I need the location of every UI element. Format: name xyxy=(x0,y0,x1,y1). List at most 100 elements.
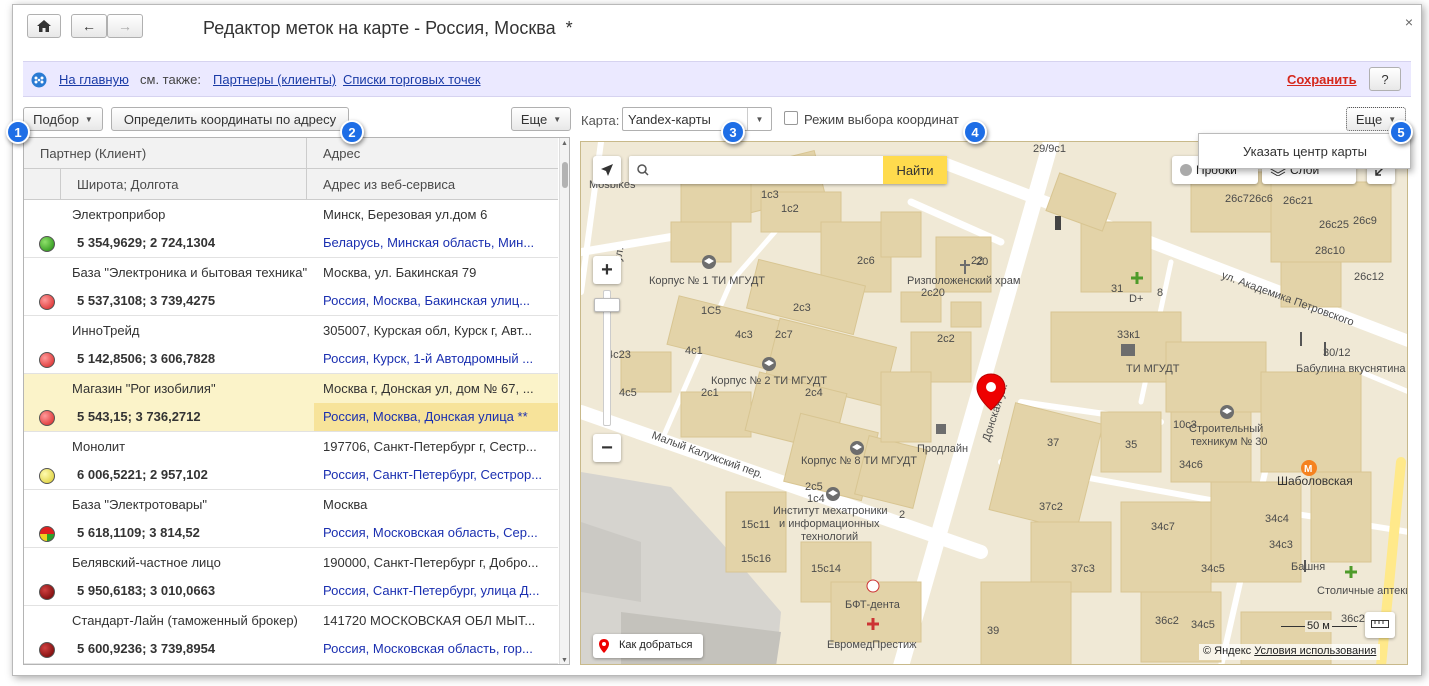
table-row[interactable]: База "Электротовары" Москва 5 618,1109; 3 … xyxy=(24,490,558,548)
partner-coordinates: 5 142,8506; 3 606,7828 xyxy=(77,351,216,366)
map-label-bft: БФТ-дента xyxy=(845,599,901,611)
directions-label: Как добраться xyxy=(619,639,693,651)
table-header-row-1: Партнер (Клиент) Адрес xyxy=(24,138,558,169)
dropdown-arrow-icon: ▼ xyxy=(553,114,562,124)
vertical-scrollbar[interactable]: ▲ ▼ xyxy=(559,138,569,664)
map-label-evromed: ЕвромедПрестиж xyxy=(827,639,917,651)
partner-name: Магазин "Рог изобилия" xyxy=(72,381,216,396)
status-indicator-icon xyxy=(39,468,55,484)
home-button[interactable] xyxy=(27,14,61,38)
zoom-slider-handle[interactable] xyxy=(594,298,620,312)
building-number-label: 26с25 xyxy=(1319,219,1349,231)
building-number-label: 34с7 xyxy=(1151,521,1175,533)
web-address-cell: Россия, Москва, Донская улица ** xyxy=(314,403,558,431)
forward-button[interactable]: → xyxy=(107,14,143,38)
building-number-label: 30/12 xyxy=(1323,347,1351,359)
partner-web-address: Россия, Москва, Донская улица ** xyxy=(323,409,528,424)
select-button[interactable]: Подбор ▼ xyxy=(23,107,103,131)
map-type-select[interactable]: Yandex-карты ▼ xyxy=(622,107,772,131)
zoom-in-button[interactable]: + xyxy=(593,256,621,284)
dropdown-arrow-icon: ▼ xyxy=(84,114,93,124)
partner-column-header[interactable]: Партнер (Клиент) xyxy=(40,146,146,161)
building-number-label: 15с11 xyxy=(741,519,770,531)
map-view[interactable]: Mosbikes Корпус № 1 ТИ МГУДТ Корпус № 2 … xyxy=(580,141,1408,665)
partners-table: Партнер (Клиент) Адрес Широта; Долгота А… xyxy=(23,137,570,665)
latlon-column-header[interactable]: Широта; Долгота xyxy=(77,177,179,192)
left-more-label: Еще xyxy=(520,111,548,127)
partner-coordinates: 5 537,3108; 3 739,4275 xyxy=(77,293,216,308)
partner-coordinates: 5 354,9629; 2 724,1304 xyxy=(77,235,216,250)
map-label-institute-2: и информационных xyxy=(779,518,880,530)
university-icon xyxy=(762,357,776,371)
help-button[interactable]: ? xyxy=(1369,67,1401,91)
terms-link[interactable]: Условия использования xyxy=(1254,645,1376,657)
university-icon xyxy=(702,255,716,269)
building-number-label: 4с3 xyxy=(735,329,753,341)
map-search-button[interactable]: Найти xyxy=(883,156,947,184)
table-row[interactable]: Стандарт-Лайн (таможенный брокер) 141720 … xyxy=(24,606,558,664)
map-label-dplus: D+ xyxy=(1129,293,1143,305)
scale-bar: 50 м xyxy=(1281,618,1357,636)
select-arrow-icon[interactable]: ▼ xyxy=(747,108,771,130)
map-label-apteki: Столичные аптеки xyxy=(1317,585,1408,597)
partners-link[interactable]: Партнеры (клиенты) xyxy=(213,72,336,87)
zoom-out-button[interactable]: − xyxy=(593,434,621,462)
app-menu-icon[interactable] xyxy=(31,72,47,88)
university-icon xyxy=(826,487,840,501)
scroll-down-arrow[interactable]: ▼ xyxy=(561,657,568,664)
geolocation-button[interactable] xyxy=(593,156,621,184)
building-number-label: 37 xyxy=(1047,437,1059,449)
status-indicator-icon xyxy=(39,294,55,310)
close-icon[interactable]: × xyxy=(1405,14,1413,30)
partner-name: Монолит xyxy=(72,439,126,454)
callout-badge-5: 5 xyxy=(1389,120,1413,144)
coord-mode-checkbox[interactable] xyxy=(784,111,798,125)
table-row[interactable]: ИнноТрейд 305007, Курская обл, Курск г, А… xyxy=(24,316,558,374)
partner-address: Москва г, Донская ул, дом № 67, ... xyxy=(323,381,534,396)
partner-name: Белявский-частное лицо xyxy=(72,555,221,570)
building-number-label: 34с3 xyxy=(1269,539,1293,551)
ruler-button[interactable] xyxy=(1365,612,1395,638)
building-number-label: 39 xyxy=(987,625,999,637)
home-link[interactable]: На главную xyxy=(59,72,129,87)
determine-coordinates-button[interactable]: Определить координаты по адресу xyxy=(111,107,349,131)
svg-text:М: М xyxy=(1304,464,1312,475)
traffic-light-icon xyxy=(1055,216,1061,230)
building-number-label: 4с1 xyxy=(685,345,703,357)
address-column-header[interactable]: Адрес xyxy=(323,146,360,161)
building-number-label: 35 xyxy=(1125,439,1137,451)
table-row[interactable]: База "Электроника и бытовая техника" Моск… xyxy=(24,258,558,316)
metro-icon: М xyxy=(1301,460,1317,476)
partner-name: ИнноТрейд xyxy=(72,323,140,338)
left-more-button[interactable]: Еще ▼ xyxy=(511,107,571,131)
building-number-label: 26с21 xyxy=(1283,195,1313,207)
scroll-up-arrow[interactable]: ▲ xyxy=(561,140,568,147)
coord-mode-label: Режим выбора координат xyxy=(804,112,959,127)
map-search-box[interactable]: Найти xyxy=(629,156,947,184)
web-address-cell: Россия, Санкт-Петербург, улица Д... xyxy=(314,577,558,605)
column-divider xyxy=(24,287,60,288)
map-canvas[interactable]: Mosbikes Корпус № 1 ТИ МГУДТ Корпус № 2 … xyxy=(581,142,1408,665)
table-row[interactable]: Монолит 197706, Санкт-Петербург г, Сестр.… xyxy=(24,432,558,490)
table-row[interactable]: Белявский-частное лицо 190000, Санкт-Пете… xyxy=(24,548,558,606)
partner-web-address: Россия, Санкт-Петербург, улица Д... xyxy=(323,583,540,598)
web-address-column-header[interactable]: Адрес из веб-сервиса xyxy=(323,177,455,192)
back-button[interactable]: ← xyxy=(71,14,107,38)
scroll-thumb[interactable] xyxy=(562,162,568,188)
status-indicator-icon xyxy=(39,584,55,600)
table-row[interactable]: Электроприбор Минск, Березовая ул.дом 6 5 … xyxy=(24,200,558,258)
route-pin-icon xyxy=(599,639,609,653)
status-indicator-icon xyxy=(39,236,55,252)
save-link[interactable]: Сохранить xyxy=(1287,72,1357,87)
points-link[interactable]: Списки торговых точек xyxy=(343,72,481,87)
map-label-prodlain: Продлайн xyxy=(917,443,968,455)
shop-icon xyxy=(936,424,946,434)
web-address-cell: Россия, Курск, 1-й Автодромный ... xyxy=(314,345,558,373)
web-address-cell: Беларусь, Минская область, Мин... xyxy=(314,229,558,257)
directions-button[interactable]: Как добраться xyxy=(593,634,703,658)
column-divider xyxy=(24,519,60,520)
set-map-center-item[interactable]: Указать центр карты xyxy=(1243,144,1367,159)
traffic-indicator-icon xyxy=(1180,164,1192,176)
map-search-input[interactable] xyxy=(653,160,873,180)
table-row[interactable]: Магазин "Рог изобилия" Москва г, Донская … xyxy=(24,374,558,432)
